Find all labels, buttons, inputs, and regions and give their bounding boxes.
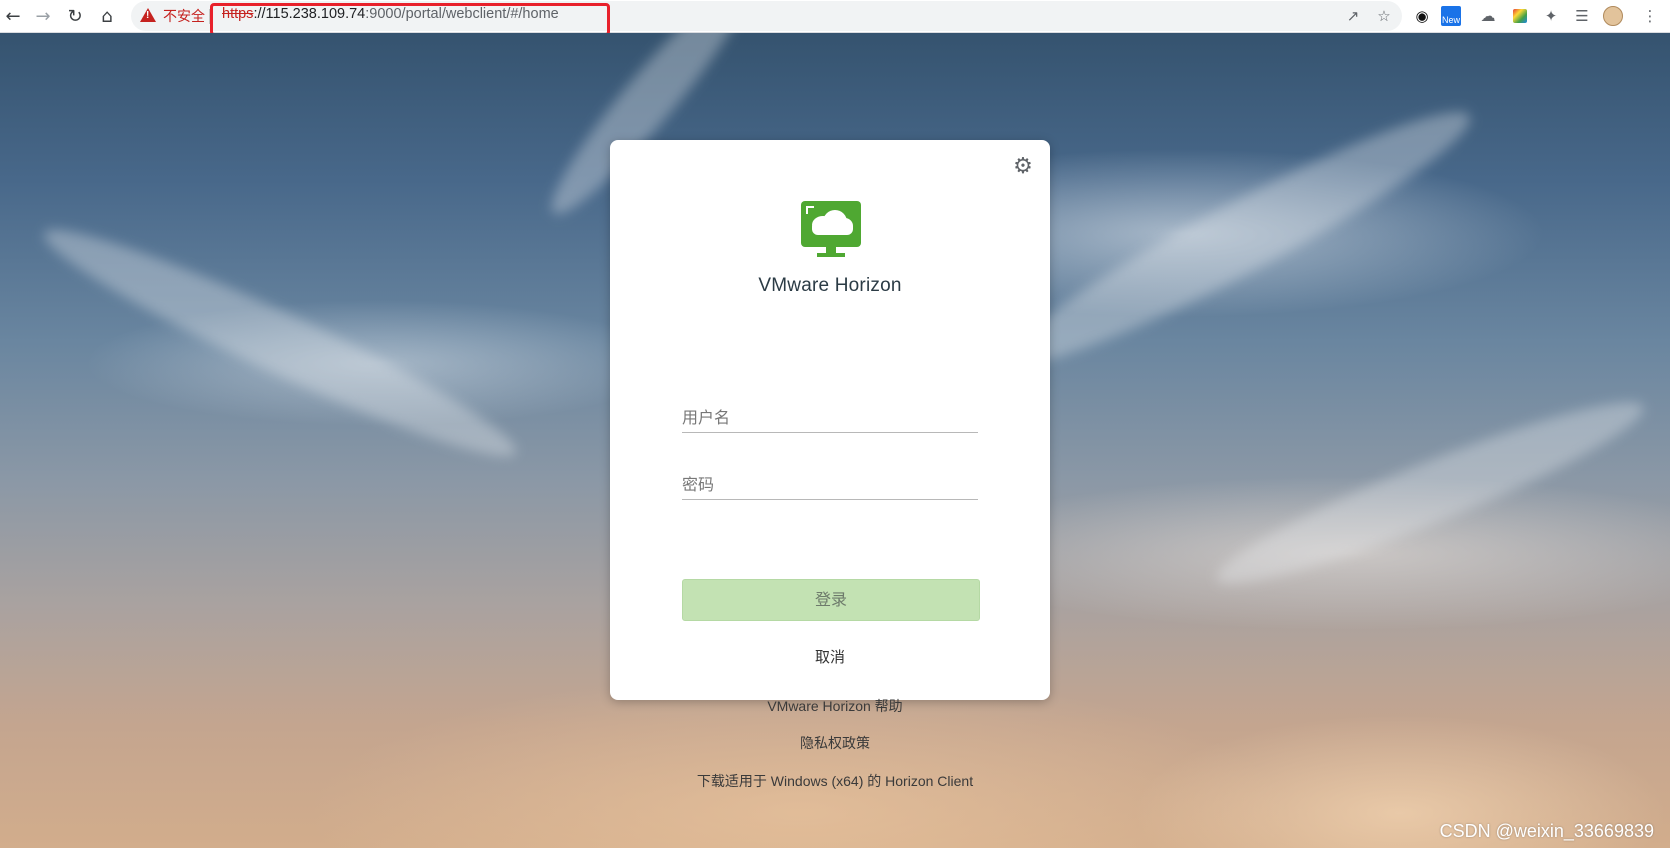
ghost-ext-icon[interactable]: ◉ bbox=[1412, 6, 1432, 26]
rainbow-ext-icon[interactable] bbox=[1510, 6, 1530, 26]
csdn-watermark: CSDN @weixin_33669839 bbox=[1439, 821, 1654, 841]
share-icon[interactable]: ↗ bbox=[1343, 6, 1363, 26]
new-badge-ext-icon[interactable]: New bbox=[1441, 6, 1461, 26]
help-link[interactable]: VMware Horizon 帮助 bbox=[0, 696, 1670, 716]
settings-gear-icon[interactable]: ⚙ bbox=[1012, 156, 1034, 178]
privacy-link[interactable]: 隐私权政策 bbox=[0, 733, 1670, 753]
cloud-ext-icon[interactable]: ☁ bbox=[1478, 6, 1498, 26]
profile-avatar[interactable] bbox=[1603, 6, 1623, 26]
warning-icon[interactable]: ! bbox=[140, 8, 156, 22]
cancel-link[interactable]: 取消 bbox=[610, 646, 1050, 667]
login-button[interactable]: 登录 bbox=[682, 579, 980, 621]
back-arrow-icon[interactable]: ← bbox=[0, 4, 26, 30]
download-client-link[interactable]: 下载适用于 Windows (x64) 的 Horizon Client bbox=[0, 771, 1670, 791]
forward-arrow-icon[interactable]: → bbox=[30, 4, 56, 30]
login-card: ⚙ VMware Horizon 登录 取消 bbox=[610, 140, 1050, 700]
cloud-streak bbox=[31, 205, 529, 481]
reload-icon[interactable]: ↻ bbox=[62, 4, 88, 30]
browser-toolbar: ← → ↻ ⌂ ! 不安全 https://115.238.109.74:900… bbox=[0, 0, 1670, 36]
bookmark-star-icon[interactable]: ☆ bbox=[1374, 6, 1394, 26]
security-status[interactable]: 不安全 bbox=[163, 6, 205, 26]
more-menu-icon[interactable]: ⋮ bbox=[1640, 6, 1660, 26]
cloud-streak bbox=[1205, 379, 1655, 607]
reading-list-icon[interactable]: ☰ bbox=[1572, 6, 1592, 26]
product-title: VMware Horizon bbox=[758, 275, 902, 296]
cloud-streak bbox=[994, 85, 1486, 391]
page-background: ⚙ VMware Horizon 登录 取消 VMware Horizon 帮助… bbox=[0, 33, 1670, 848]
username-field[interactable] bbox=[682, 402, 978, 433]
url-annotation-box bbox=[210, 3, 610, 36]
home-icon[interactable]: ⌂ bbox=[94, 4, 120, 30]
vmware-horizon-logo bbox=[801, 201, 861, 257]
password-field[interactable] bbox=[682, 469, 978, 500]
puzzle-icon[interactable]: ✦ bbox=[1541, 6, 1561, 26]
